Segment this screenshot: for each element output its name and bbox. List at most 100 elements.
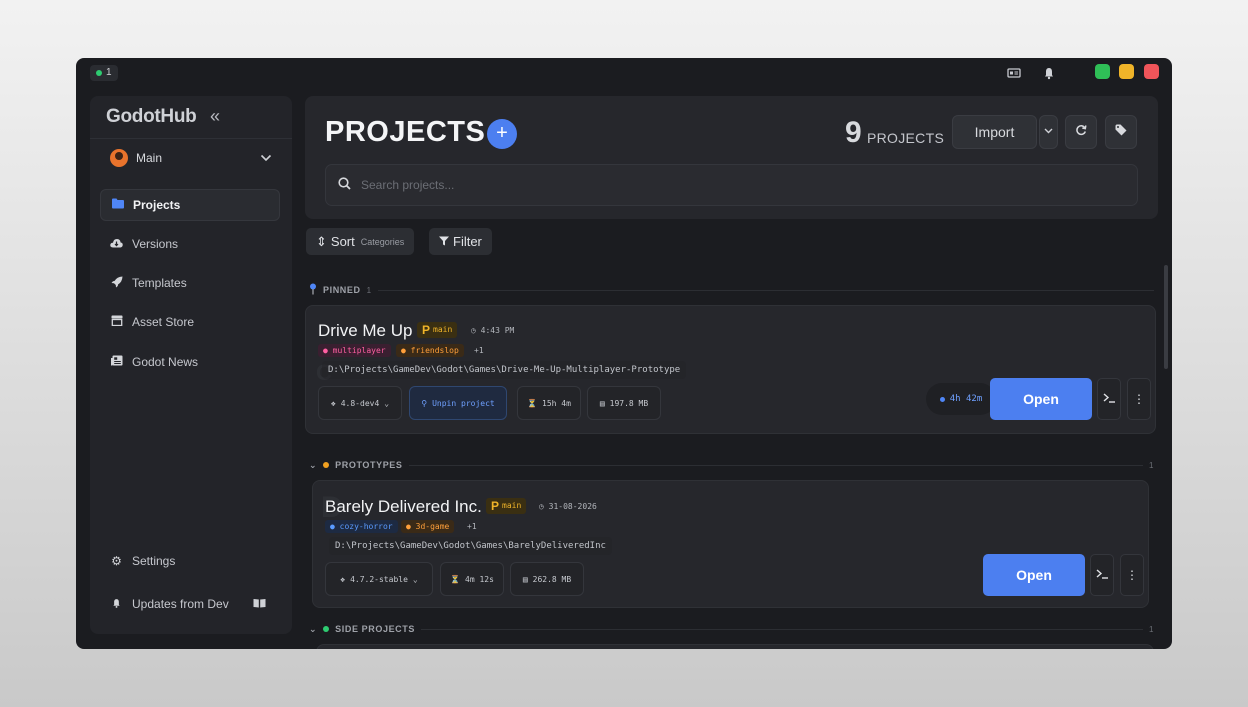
godot-engine-icon: ❖: [340, 574, 346, 584]
section-divider: [377, 289, 1154, 291]
search-bar[interactable]: [325, 164, 1138, 206]
profile-selector[interactable]: Main: [110, 148, 272, 168]
maximize-window-button[interactable]: [1095, 64, 1110, 79]
book-open-icon[interactable]: [253, 598, 266, 611]
project-title: Drive Me Up: [318, 321, 413, 340]
collapse-sidebar-icon[interactable]: «: [210, 106, 220, 127]
sidebar-item-godot-news[interactable]: Godot News: [100, 346, 280, 378]
sidebar-item-projects[interactable]: Projects: [100, 189, 280, 221]
sidebar-item-versions[interactable]: Versions: [100, 228, 280, 260]
branch-badge: Р main: [486, 498, 527, 514]
pin-icon: [309, 283, 317, 297]
import-button[interactable]: Import: [952, 115, 1037, 149]
page-title: PROJECTS: [325, 116, 486, 148]
chevron-down-icon: ⌄: [309, 459, 318, 470]
bell-icon: [110, 597, 123, 612]
terminal-icon: [1103, 393, 1115, 403]
tags-button[interactable]: [1105, 115, 1137, 149]
folder-icon: [111, 198, 124, 212]
project-count: 9: [845, 116, 862, 149]
import-dropdown-button[interactable]: [1039, 115, 1058, 149]
section-count: 1: [366, 285, 372, 295]
store-icon: [110, 315, 123, 329]
refresh-button[interactable]: [1065, 115, 1097, 149]
sidebar-item-label: Templates: [132, 276, 187, 290]
more-tags-count[interactable]: +1: [474, 346, 484, 355]
section-label: PROTOTYPES: [335, 460, 403, 470]
terminal-button[interactable]: [1097, 378, 1121, 420]
section-count: 1: [1148, 624, 1154, 634]
more-options-button[interactable]: ⋮: [1120, 554, 1144, 596]
tag-chip[interactable]: ● 3d-game: [401, 520, 455, 533]
chevron-down-icon: [260, 151, 272, 165]
more-tags-count[interactable]: +1: [467, 522, 477, 531]
project-path: D:\Projects\GameDev\Godot\Games\BarelyDe…: [329, 537, 612, 555]
sidebar-item-asset-store[interactable]: Asset Store: [100, 306, 280, 338]
sidebar-item-templates[interactable]: Templates: [100, 267, 280, 299]
engine-version-select[interactable]: ❖ 4.8-dev4 ⌄: [318, 386, 402, 420]
sort-button[interactable]: ⇕ Sort Categories: [306, 228, 415, 255]
sidebar-divider: [90, 138, 292, 139]
scrollbar-thumb[interactable]: [1164, 265, 1168, 369]
gear-icon: ⚙: [111, 554, 122, 568]
size-chip: ▤ 197.8 MB: [587, 386, 661, 420]
instance-count: 1: [106, 67, 112, 78]
status-dot-icon: [96, 70, 102, 76]
project-card[interactable]: D Barely Delivered Inc. Р main ◷ 31-08-2…: [312, 480, 1149, 608]
section-divider: [408, 464, 1143, 466]
project-card[interactable]: C Drive Me Up Р main ◷ 4:43 PM ● multipl…: [305, 305, 1156, 434]
hourglass-icon: ⏳: [527, 398, 538, 408]
sidebar-item-label: Settings: [132, 554, 176, 568]
chevron-down-icon: ⌄: [412, 574, 418, 584]
filter-icon: [439, 234, 449, 249]
status-dot-icon: [939, 396, 945, 402]
search-input[interactable]: [361, 178, 1061, 192]
section-prototypes[interactable]: ⌄ PROTOTYPES 1: [309, 458, 1154, 472]
sidebar-item-updates[interactable]: Updates from Dev: [100, 588, 280, 620]
tag-chip[interactable]: ● cozy-horror: [325, 520, 398, 533]
sidebar-item-settings[interactable]: ⚙ Settings: [100, 545, 280, 577]
sort-mode: Categories: [360, 236, 405, 247]
open-project-button[interactable]: Open: [990, 378, 1092, 420]
tag-chip[interactable]: ● friendslop: [396, 344, 464, 357]
more-options-button[interactable]: ⋮: [1127, 378, 1151, 420]
section-side-projects[interactable]: ⌄ SIDE PROJECTS 1: [309, 622, 1154, 636]
section-pinned[interactable]: PINNED 1: [309, 283, 1154, 297]
sidebar-item-label: Projects: [133, 198, 181, 212]
clock-icon: ◷: [539, 502, 544, 511]
open-project-button[interactable]: Open: [983, 554, 1085, 596]
chevron-down-icon: ⌄: [384, 398, 390, 408]
section-label: SIDE PROJECTS: [335, 624, 415, 634]
terminal-button[interactable]: [1090, 554, 1114, 596]
hourglass-icon: ⏳: [450, 574, 461, 584]
sidebar-item-label: Godot News: [132, 355, 199, 369]
chevron-down-icon: ⌄: [309, 623, 318, 634]
search-icon: [338, 177, 351, 193]
projects-header: PROJECTS + 9 PROJECTS Import: [305, 96, 1158, 219]
cloud-download-icon: [110, 237, 123, 251]
last-opened-time: ◷ 4:43 PM: [471, 326, 515, 335]
close-window-button[interactable]: [1144, 64, 1159, 79]
last-opened-time: ◷ 31-08-2026: [539, 502, 597, 511]
filter-button[interactable]: Filter: [429, 228, 492, 255]
add-project-button[interactable]: +: [487, 119, 517, 149]
section-count: 1: [1148, 460, 1154, 470]
minimize-window-button[interactable]: [1119, 64, 1134, 79]
avatar: [110, 149, 128, 167]
database-icon: ▤: [599, 398, 605, 408]
instance-count-badge[interactable]: 1: [90, 65, 118, 81]
profile-name: Main: [136, 151, 163, 165]
rocket-icon: [110, 276, 123, 291]
clock-icon: ◷: [471, 326, 476, 335]
bell-icon[interactable]: [1042, 66, 1056, 80]
sort-label: Sort: [330, 234, 355, 249]
godot-engine-icon: ❖: [330, 398, 336, 408]
unpin-project-button[interactable]: ⚲ Unpin project: [409, 386, 507, 420]
tag-icon: [1115, 124, 1126, 136]
tag-chip[interactable]: ● multiplayer: [318, 344, 391, 357]
project-count-label: PROJECTS: [867, 130, 945, 146]
engine-version-select[interactable]: ❖ 4.7.2-stable ⌄: [325, 562, 433, 596]
id-card-icon[interactable]: [1007, 66, 1021, 80]
project-card-partial[interactable]: [316, 644, 1154, 649]
playtime-chip: ⏳ 15h 4m: [517, 386, 581, 420]
